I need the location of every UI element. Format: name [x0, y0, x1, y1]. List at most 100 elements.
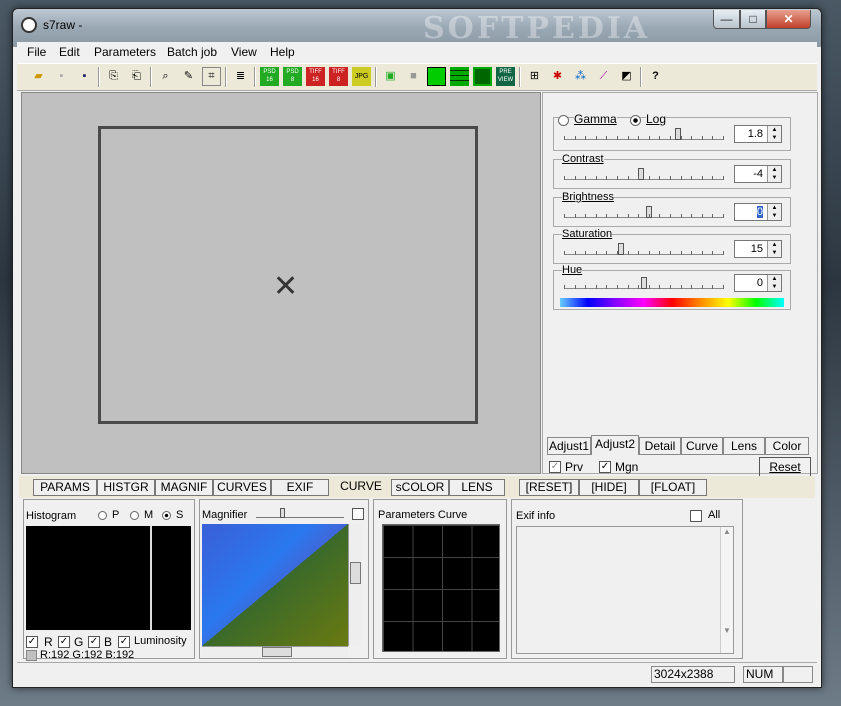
menu-edit[interactable]: Edit — [59, 45, 80, 59]
luminosity-checkbox[interactable]: ✓ — [118, 636, 130, 648]
tab-params[interactable]: PARAMS — [33, 479, 97, 496]
copy-icon[interactable]: ⎘ — [104, 67, 123, 86]
magnifier-hscroll[interactable] — [202, 646, 348, 658]
tab-scolor[interactable]: sCOLOR — [391, 479, 449, 496]
menu-file[interactable]: File — [27, 45, 46, 59]
paste-icon[interactable]: ⎗ — [127, 67, 146, 86]
tab-exif[interactable]: EXIF — [271, 479, 329, 496]
magnifier-title: Magnifier — [202, 509, 248, 521]
m-radio[interactable] — [130, 511, 139, 520]
magnifier-vscroll-thumb[interactable] — [350, 562, 361, 584]
magnifier-zoom-thumb[interactable] — [280, 508, 285, 518]
jpg-icon[interactable]: JPG — [352, 67, 371, 86]
float-bracket-button[interactable]: [FLOAT] — [639, 479, 707, 496]
saturation-slider[interactable] — [564, 241, 724, 255]
tab-adjust1[interactable]: Adjust1 — [547, 437, 591, 455]
menu-batch-job[interactable]: Batch job — [167, 45, 217, 59]
reset-bracket-button[interactable]: [RESET] — [519, 479, 579, 496]
spin-arrows-icon[interactable]: ▲ ▼ — [767, 166, 781, 182]
menu-help[interactable]: Help — [270, 45, 295, 59]
tab-curve[interactable]: CURVE — [333, 479, 389, 496]
save-icon[interactable]: ▪ — [75, 67, 94, 86]
eyedropper-icon[interactable]: ✎ — [179, 67, 198, 86]
menu-parameters[interactable]: Parameters — [94, 45, 156, 59]
tab-lens[interactable]: LENS — [449, 479, 505, 496]
contrast-slider[interactable] — [564, 166, 724, 180]
saturation-spinbox[interactable]: 15 ▲ ▼ — [734, 240, 782, 258]
g-checkbox[interactable]: ✓ — [58, 636, 70, 648]
batch-icon[interactable]: ▣ — [381, 67, 400, 86]
maximize-button[interactable]: □ — [740, 10, 766, 29]
tab-histgr[interactable]: HISTGR — [97, 479, 155, 496]
exif-all-checkbox[interactable] — [690, 510, 702, 522]
slider-tick — [680, 251, 682, 255]
grid-icon[interactable]: ⊞ — [525, 67, 544, 86]
gray-icon[interactable]: ■ — [404, 67, 423, 86]
image-preview[interactable]: ✕ — [21, 92, 541, 474]
gamma-spinbox[interactable]: 1.8 ▲ ▼ — [734, 125, 782, 143]
log-radio[interactable] — [630, 115, 641, 126]
params-curve-graph[interactable] — [382, 524, 500, 652]
tab-curves[interactable]: CURVES — [213, 479, 271, 496]
hide-bracket-button[interactable]: [HIDE] — [579, 479, 639, 496]
p-radio[interactable] — [98, 511, 107, 520]
gamma-radio[interactable] — [558, 115, 569, 126]
grid-green-icon[interactable] — [450, 67, 469, 86]
hue-slider-thumb[interactable] — [641, 277, 647, 289]
tab-lens[interactable]: Lens — [723, 437, 765, 455]
psd16-icon[interactable]: PSD 16 — [260, 67, 279, 86]
tab-adjust2[interactable]: Adjust2 — [591, 435, 639, 455]
prev-icon[interactable]: PRE VIEW — [496, 67, 515, 86]
green-fill-icon[interactable] — [427, 67, 446, 86]
saturation-slider-thumb[interactable] — [617, 243, 624, 255]
crop-icon[interactable]: ⌗ — [202, 67, 221, 86]
magnifier-vscroll[interactable] — [348, 524, 362, 646]
menu-view[interactable]: View — [231, 45, 257, 59]
spin-arrows-icon[interactable]: ▲ ▼ — [767, 241, 781, 257]
help-icon[interactable]: ? — [646, 67, 665, 86]
mgn-checkbox[interactable]: ✓ — [599, 461, 611, 473]
exif-list[interactable]: ▲ ▼ — [516, 526, 734, 654]
rgb-circles-icon[interactable]: ⁂ — [571, 67, 590, 86]
layers-icon[interactable]: ≣ — [231, 67, 250, 86]
gamma-slider[interactable] — [564, 126, 724, 140]
b-checkbox[interactable]: ✓ — [88, 636, 100, 648]
tab-color[interactable]: Color — [765, 437, 809, 455]
contrast-spinbox[interactable]: -4 ▲ ▼ — [734, 165, 782, 183]
zoom-icon[interactable]: ⌕ — [156, 67, 175, 86]
magnifier-checkbox[interactable] — [352, 508, 364, 520]
minimize-button[interactable]: — — [713, 10, 740, 29]
wand-icon[interactable]: ⟋ — [594, 67, 613, 86]
r-checkbox[interactable]: ✓ — [26, 636, 38, 648]
hue-slider[interactable] — [564, 275, 724, 289]
open-icon[interactable]: ▰ — [29, 67, 48, 86]
close-button[interactable]: ✕ — [766, 10, 811, 29]
grid-quad-icon[interactable] — [473, 67, 492, 86]
slider-tick — [691, 251, 693, 255]
tab-detail[interactable]: Detail — [639, 437, 681, 455]
save-disabled-icon[interactable]: ▪ — [52, 67, 71, 86]
spin-arrows-icon[interactable]: ▲ ▼ — [767, 126, 781, 142]
s-radio[interactable] — [162, 511, 171, 520]
reset-button[interactable]: Reset — [759, 457, 811, 477]
spin-arrows-icon[interactable]: ▲ ▼ — [767, 204, 781, 220]
slider-tick — [701, 251, 703, 255]
magnifier-view[interactable] — [202, 524, 348, 646]
slider-tick — [648, 136, 650, 140]
app-icon[interactable] — [21, 17, 37, 33]
compare-icon[interactable]: ◩ — [617, 67, 636, 86]
exif-vscroll[interactable]: ▲ ▼ — [720, 527, 733, 653]
spin-arrows-icon[interactable]: ▲ ▼ — [767, 275, 781, 291]
tab-magnif[interactable]: MAGNIF — [155, 479, 213, 496]
hue-spinbox[interactable]: 0 ▲ ▼ — [734, 274, 782, 292]
rgb-icon[interactable]: ✱ — [548, 67, 567, 86]
magnifier-hscroll-thumb[interactable] — [262, 647, 292, 657]
brightness-spinbox[interactable]: 0 ▲ ▼ — [734, 203, 782, 221]
brightness-slider[interactable] — [564, 204, 724, 218]
psd8-icon[interactable]: PSD 8 — [283, 67, 302, 86]
prv-checkbox[interactable]: ✓ — [549, 461, 561, 473]
tiff16-icon[interactable]: TIFF 16 — [306, 67, 325, 86]
tiff8-icon[interactable]: TIFF 8 — [329, 67, 348, 86]
magnifier-zoom-slider[interactable] — [256, 508, 344, 518]
tab-curve[interactable]: Curve — [681, 437, 723, 455]
